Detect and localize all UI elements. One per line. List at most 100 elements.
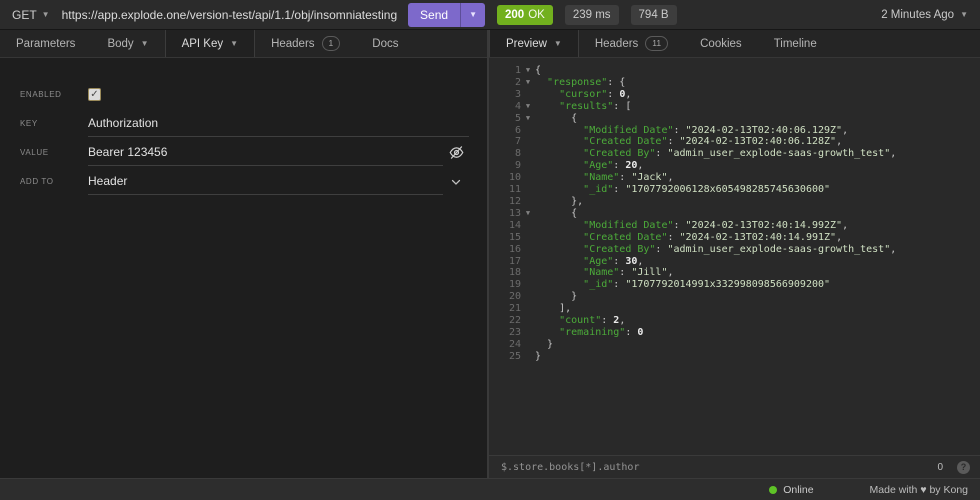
response-time-badge: 239 ms (565, 5, 619, 25)
insomnia-app-window: GET ▼ https://app.explode.one/version-te… (0, 0, 980, 500)
tab-timeline[interactable]: Timeline (758, 30, 833, 57)
code-line: 18 "Name": "Jill", (489, 267, 980, 279)
fold-gutter (521, 339, 535, 351)
code-text: }, (535, 196, 583, 208)
code-line: 8 "Created By": "admin_user_explode-saas… (489, 148, 980, 160)
fold-gutter (521, 148, 535, 160)
code-text: } (535, 339, 553, 351)
kong-credit: Made with ♥ by Kong (870, 484, 968, 496)
code-text: "Name": "Jack", (535, 172, 674, 184)
key-input[interactable]: Authorization (88, 111, 469, 137)
toggle-visibility-button[interactable] (443, 145, 469, 160)
filter-match-count: 0 (937, 462, 943, 473)
line-number: 19 (489, 279, 521, 291)
send-button-label[interactable]: Send (408, 3, 460, 27)
send-button[interactable]: Send ▼ (408, 3, 485, 27)
caret-down-icon: ▼ (554, 40, 562, 48)
status-badge: 200 OK (497, 5, 553, 25)
line-number: 6 (489, 125, 521, 137)
tab-preview[interactable]: Preview ▼ (489, 30, 579, 57)
online-status[interactable]: Online (769, 484, 813, 496)
eye-slash-icon (449, 145, 464, 160)
fold-gutter (521, 220, 535, 232)
filter-input[interactable] (501, 462, 929, 473)
fold-arrow-icon[interactable]: ▼ (521, 113, 535, 125)
response-history-dropdown[interactable]: 2 Minutes Ago ▼ (881, 9, 968, 21)
fold-arrow-icon[interactable]: ▼ (521, 208, 535, 220)
tab-label: API Key (182, 38, 224, 50)
tab-cookies[interactable]: Cookies (684, 30, 758, 57)
line-number: 2 (489, 77, 521, 89)
caret-down-icon: ▼ (230, 40, 238, 48)
fold-gutter (521, 244, 535, 256)
json-response-viewer[interactable]: 1▼{2▼ "response": {3 "cursor": 0,4▼ "res… (489, 58, 980, 455)
filter-help-icon[interactable]: ? (957, 461, 970, 474)
online-label: Online (783, 484, 813, 496)
enabled-checkbox[interactable]: ✓ (88, 88, 101, 101)
code-text: "Created By": "admin_user_explode-saas-g… (535, 148, 896, 160)
line-number: 7 (489, 136, 521, 148)
fold-gutter (521, 125, 535, 137)
url-input[interactable]: https://app.explode.one/version-test/api… (56, 8, 402, 22)
code-text: "count": 2, (535, 315, 625, 327)
headers-count-badge: 11 (645, 36, 668, 50)
caret-down-icon: ▼ (42, 11, 50, 19)
key-value: Authorization (88, 116, 158, 130)
response-pane: Preview ▼ Headers 11 Cookies Timeline 1▼… (489, 30, 980, 478)
fold-arrow-icon[interactable]: ▼ (521, 65, 535, 77)
send-options-dropdown[interactable]: ▼ (460, 3, 485, 27)
addto-label: ADD TO (20, 177, 88, 186)
fold-gutter (521, 315, 535, 327)
enabled-row: ENABLED ✓ (20, 80, 469, 109)
tab-parameters[interactable]: Parameters (0, 30, 91, 57)
api-key-form: ENABLED ✓ KEY Authorization (0, 58, 487, 196)
tab-request-headers[interactable]: Headers 1 (255, 30, 356, 57)
line-number: 15 (489, 232, 521, 244)
tab-response-headers[interactable]: Headers 11 (579, 30, 684, 57)
line-number: 5 (489, 113, 521, 125)
tab-label: Headers (595, 38, 638, 50)
code-line: 12 }, (489, 196, 980, 208)
code-lines: 1▼{2▼ "response": {3 "cursor": 0,4▼ "res… (489, 65, 980, 363)
line-number: 12 (489, 196, 521, 208)
enabled-label: ENABLED (20, 90, 88, 99)
method-dropdown[interactable]: GET ▼ (10, 8, 56, 22)
line-number: 23 (489, 327, 521, 339)
tab-label: Body (107, 38, 133, 50)
line-number: 24 (489, 339, 521, 351)
line-number: 10 (489, 172, 521, 184)
line-number: 20 (489, 291, 521, 303)
code-text: "Age": 30, (535, 256, 643, 268)
code-line: 22 "count": 2, (489, 315, 980, 327)
code-line: 2▼ "response": { (489, 77, 980, 89)
fold-gutter (521, 89, 535, 101)
fold-gutter (521, 303, 535, 315)
tab-body[interactable]: Body ▼ (91, 30, 164, 57)
key-row: KEY Authorization (20, 109, 469, 138)
line-number: 11 (489, 184, 521, 196)
tab-api-key[interactable]: API Key ▼ (165, 30, 255, 57)
app-status-bar: Online Made with ♥ by Kong (0, 478, 980, 500)
addto-row: ADD TO Header (20, 167, 469, 196)
url-bar-left: GET ▼ https://app.explode.one/version-te… (0, 0, 487, 29)
code-line: 10 "Name": "Jack", (489, 172, 980, 184)
method-label: GET (12, 8, 37, 22)
fold-gutter (521, 196, 535, 208)
addto-select[interactable]: Header (88, 169, 443, 195)
fold-arrow-icon[interactable]: ▼ (521, 101, 535, 113)
code-text: } (535, 351, 541, 363)
tab-docs[interactable]: Docs (356, 30, 414, 57)
tab-label: Docs (372, 38, 398, 50)
code-line: 6 "Modified Date": "2024-02-13T02:40:06.… (489, 125, 980, 137)
code-line: 16 "Created By": "admin_user_explode-saa… (489, 244, 980, 256)
tab-label: Preview (506, 38, 547, 50)
online-dot-icon (769, 486, 777, 494)
code-line: 20 } (489, 291, 980, 303)
code-line: 14 "Modified Date": "2024-02-13T02:40:14… (489, 220, 980, 232)
line-number: 3 (489, 89, 521, 101)
line-number: 25 (489, 351, 521, 363)
fold-arrow-icon[interactable]: ▼ (521, 77, 535, 89)
code-line: 17 "Age": 30, (489, 256, 980, 268)
value-value: Bearer 123456 (88, 145, 167, 159)
value-input[interactable]: Bearer 123456 (88, 140, 443, 166)
